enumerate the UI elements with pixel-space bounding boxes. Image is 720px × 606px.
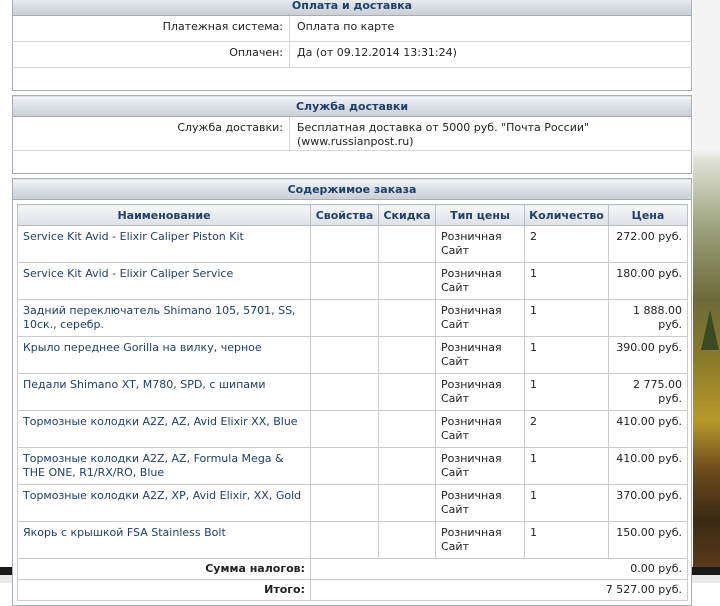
table-row: Крыло переднее Gorilla на вилку, черное … <box>17 336 688 374</box>
item-price-type: Розничная Сайт <box>435 262 525 300</box>
table-row: Тормозные колодки A2Z, AZ, Formula Mega … <box>17 447 688 485</box>
item-price: 370.00 руб. <box>608 484 688 522</box>
item-name[interactable]: Тормозные колодки A2Z, AZ, Avid Elixir X… <box>17 410 311 448</box>
order-details-panel: Оплата и доставка Платежная система: Опл… <box>12 0 692 606</box>
col-header-qty: Количество <box>524 204 609 226</box>
col-header-discount: Скидка <box>378 204 436 226</box>
col-header-price: Цена <box>608 204 688 226</box>
table-header-row: Наименование Свойства Скидка Тип цены Ко… <box>17 204 688 226</box>
item-price-type: Розничная Сайт <box>435 299 525 337</box>
item-name[interactable]: Якорь с крышкой FSA Stainless Bolt <box>17 521 311 559</box>
item-discount <box>378 299 436 337</box>
item-qty: 1 <box>524 262 609 300</box>
order-items-table: Наименование Свойства Скидка Тип цены Ко… <box>17 204 688 601</box>
table-row: Задний переключатель Shimano 105, 5701, … <box>17 299 688 337</box>
item-price: 1 888.00 руб. <box>608 299 688 337</box>
item-name[interactable]: Тормозные колодки A2Z, XP, Avid Elixir, … <box>17 484 311 522</box>
table-row: Якорь с крышкой FSA Stainless Bolt Розни… <box>17 521 688 559</box>
item-props <box>310 521 379 559</box>
delivery-section-title: Служба доставки <box>12 95 692 117</box>
item-price-type: Розничная Сайт <box>435 410 525 448</box>
paid-value: Да (от 09.12.2014 13:31:24) <box>289 41 692 68</box>
item-discount <box>378 521 436 559</box>
col-header-name: Наименование <box>17 204 311 226</box>
item-name[interactable]: Service Kit Avid - Elixir Caliper Piston… <box>17 225 311 263</box>
item-price-type: Розничная Сайт <box>435 373 525 411</box>
table-row: Service Kit Avid - Elixir Caliper Piston… <box>17 225 688 263</box>
item-qty: 1 <box>524 336 609 374</box>
item-price: 180.00 руб. <box>608 262 688 300</box>
item-qty: 2 <box>524 225 609 263</box>
payment-section-title: Оплата и доставка <box>12 0 692 16</box>
item-name[interactable]: Service Kit Avid - Elixir Caliper Servic… <box>17 262 311 300</box>
delivery-service-label: Служба доставки: <box>12 116 290 151</box>
delivery-service-value: Бесплатная доставка от 5000 руб. "Почта … <box>289 116 692 151</box>
table-row: Тормозные колодки A2Z, XP, Avid Elixir, … <box>17 484 688 522</box>
item-props <box>310 336 379 374</box>
paid-label: Оплачен: <box>12 41 290 68</box>
payment-system-label: Платежная система: <box>12 15 290 42</box>
item-props <box>310 410 379 448</box>
item-qty: 1 <box>524 373 609 411</box>
item-props <box>310 373 379 411</box>
item-props <box>310 484 379 522</box>
item-price-type: Розничная Сайт <box>435 484 525 522</box>
item-price-type: Розничная Сайт <box>435 336 525 374</box>
item-price-type: Розничная Сайт <box>435 521 525 559</box>
table-row: Педали Shimano XT, M780, SPD, с шипами Р… <box>17 373 688 411</box>
table-row: Тормозные колодки A2Z, AZ, Avid Elixir X… <box>17 410 688 448</box>
item-price: 150.00 руб. <box>608 521 688 559</box>
item-qty: 1 <box>524 484 609 522</box>
item-price: 390.00 руб. <box>608 336 688 374</box>
payment-system-value: Оплата по карте <box>289 15 692 42</box>
tax-label: Сумма налогов: <box>17 558 311 580</box>
tree-shape <box>701 310 719 350</box>
spacer-row <box>13 68 692 91</box>
item-qty: 1 <box>524 521 609 559</box>
item-discount <box>378 262 436 300</box>
item-name[interactable]: Педали Shimano XT, M780, SPD, с шипами <box>17 373 311 411</box>
payment-section: Оплата и доставка Платежная система: Опл… <box>12 0 692 91</box>
col-header-price-type: Тип цены <box>435 204 525 226</box>
item-discount <box>378 410 436 448</box>
item-discount <box>378 447 436 485</box>
item-props <box>310 225 379 263</box>
background-landscape-photo <box>693 0 720 567</box>
item-discount <box>378 336 436 374</box>
item-discount <box>378 484 436 522</box>
order-contents-header: Содержимое заказа <box>12 178 692 200</box>
item-qty: 2 <box>524 410 609 448</box>
item-name[interactable]: Тормозные колодки A2Z, AZ, Formula Mega … <box>17 447 311 485</box>
item-props <box>310 299 379 337</box>
item-qty: 1 <box>524 299 609 337</box>
spacer-row <box>13 151 692 174</box>
item-price-type: Розничная Сайт <box>435 225 525 263</box>
item-price: 410.00 руб. <box>608 447 688 485</box>
tax-value: 0.00 руб. <box>310 558 688 580</box>
item-name[interactable]: Крыло переднее Gorilla на вилку, черное <box>17 336 311 374</box>
order-contents-section: Наименование Свойства Скидка Тип цены Ко… <box>12 200 692 606</box>
item-props <box>310 447 379 485</box>
item-discount <box>378 373 436 411</box>
item-props <box>310 262 379 300</box>
item-qty: 1 <box>524 447 609 485</box>
item-price: 410.00 руб. <box>608 410 688 448</box>
item-name[interactable]: Задний переключатель Shimano 105, 5701, … <box>17 299 311 337</box>
table-row: Service Kit Avid - Elixir Caliper Servic… <box>17 262 688 300</box>
delivery-section: Служба доставки Служба доставки: Бесплат… <box>12 95 692 174</box>
item-price: 2 775.00 руб. <box>608 373 688 411</box>
order-section-title: Содержимое заказа <box>12 178 692 200</box>
item-discount <box>378 225 436 263</box>
item-price: 272.00 руб. <box>608 225 688 263</box>
item-price-type: Розничная Сайт <box>435 447 525 485</box>
tax-row: Сумма налогов: 0.00 руб. <box>17 558 688 580</box>
col-header-props: Свойства <box>310 204 379 226</box>
